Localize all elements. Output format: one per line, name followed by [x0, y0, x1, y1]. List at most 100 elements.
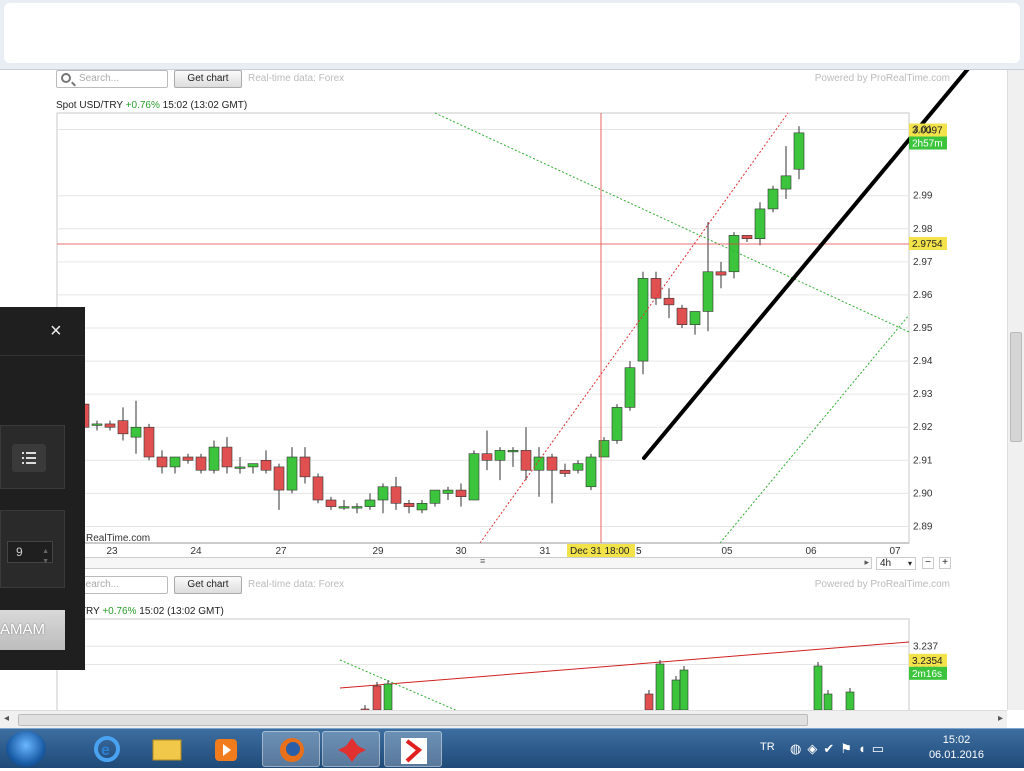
y-tick-label: 2.98	[913, 224, 933, 235]
candle-body	[286, 456, 298, 491]
candle-body	[299, 456, 311, 478]
candle-body	[364, 499, 376, 507]
scrollbar-thumb[interactable]	[18, 714, 808, 726]
ie-icon[interactable]: e	[78, 731, 136, 767]
candle-body	[481, 453, 493, 461]
y-tick-label: 2.95	[913, 323, 933, 334]
candle-body	[429, 489, 441, 504]
x-tick-label: 29	[372, 546, 384, 557]
y-tick-label: 2.97	[913, 257, 933, 268]
period-select[interactable]: 4h ▾	[876, 557, 916, 570]
y-tick-label: 2.89	[913, 521, 933, 532]
x-tick-label: 07	[889, 546, 901, 557]
quote-time: 15:02	[139, 606, 165, 617]
candle-body	[780, 175, 792, 190]
quote-gmt: (13:02 GMT)	[167, 606, 224, 617]
network-icon[interactable]: ◍	[790, 741, 807, 756]
candle-body	[676, 307, 688, 325]
zoom-in-button[interactable]: +	[939, 557, 951, 569]
list-view-button[interactable]	[12, 444, 46, 472]
monitor-icon[interactable]: ▭	[872, 741, 890, 756]
chart1-hscroll[interactable]: ≡ ▸	[57, 556, 872, 569]
y-tick-label: 2.90	[913, 488, 933, 499]
candle-body	[273, 466, 285, 491]
candle-body	[520, 450, 532, 471]
candle-body	[390, 486, 402, 504]
candle-body	[689, 311, 701, 325]
candle-body	[351, 506, 363, 509]
candle-body	[91, 423, 103, 426]
candle-body	[156, 456, 168, 468]
candle-body	[767, 188, 779, 210]
candle-body	[533, 456, 545, 471]
y-tick-label: 2.99	[913, 191, 933, 202]
candle-body	[572, 463, 584, 471]
close-icon[interactable]: ×	[50, 321, 62, 341]
x-tick-label: 23	[106, 546, 118, 557]
app-icon[interactable]	[322, 731, 380, 767]
scrollbar-thumb[interactable]	[1010, 332, 1022, 442]
language-indicator[interactable]: TR	[760, 741, 775, 753]
app-icon[interactable]	[384, 731, 442, 767]
candle-body	[611, 407, 623, 441]
x-tick-label: 31	[539, 546, 551, 557]
watermark: RealTime.com	[86, 533, 150, 544]
candle-body	[741, 235, 753, 239]
clock[interactable]: 15:02 06.01.2016	[929, 733, 984, 763]
scroll-right-icon[interactable]: ▸	[998, 713, 1003, 724]
candle-body	[338, 506, 350, 509]
candle-body	[130, 426, 142, 438]
candle-body	[663, 297, 675, 306]
cursor-tag-label: 2.9754	[912, 239, 943, 250]
vertical-scrollbar[interactable]	[1007, 70, 1024, 710]
chevron-down-icon[interactable]: ▼	[42, 552, 49, 572]
candle-body	[247, 463, 259, 468]
page-content: Search... Get chart Real-time data: Fore…	[0, 70, 1007, 710]
candle-body	[585, 456, 597, 488]
x-tick-label: 06	[805, 546, 817, 557]
candle-body	[208, 446, 220, 471]
horizontal-scrollbar[interactable]: ◂ ▸	[0, 710, 1007, 728]
countdown-tag-label: 2h57m	[912, 139, 943, 150]
candle-body	[416, 503, 428, 511]
y-tick-label: 2.96	[913, 290, 933, 301]
candle-body	[455, 489, 467, 497]
zoom-out-button[interactable]: −	[922, 557, 934, 569]
start-button[interactable]	[6, 731, 46, 767]
flag-icon[interactable]: ⚑	[840, 741, 858, 756]
x-tick-label: 05	[721, 546, 733, 557]
scroll-right-icon[interactable]: ▸	[864, 557, 869, 568]
y-tick-label: 2.92	[913, 422, 933, 433]
candle-body	[182, 456, 194, 461]
candle-body	[702, 271, 714, 312]
address-bar[interactable]	[4, 3, 1020, 63]
candle-body	[221, 446, 233, 468]
candle-body	[143, 426, 155, 458]
chevron-down-icon: ▾	[907, 559, 912, 568]
x-tick-label: 5	[636, 546, 642, 557]
powered-by-label: Powered by ProRealTime.com	[814, 579, 950, 590]
x-tick-label: 30	[455, 546, 467, 557]
cursor-date-label: Dec 31 18:00	[570, 546, 630, 557]
scroll-left-icon[interactable]: ◂	[4, 713, 9, 724]
quantity-stepper[interactable]: 9 ▲ ▼	[7, 541, 53, 565]
ok-button[interactable]: AMAM	[0, 610, 65, 650]
folder-icon[interactable]	[138, 731, 196, 767]
check-icon[interactable]: ✔	[823, 741, 840, 756]
media-player-icon[interactable]	[198, 731, 256, 767]
candle-body	[624, 367, 636, 408]
candle-body	[754, 208, 766, 239]
y-tick-label: 2.91	[913, 455, 933, 466]
candle-body	[104, 423, 116, 428]
get-chart-button[interactable]: Get chart	[174, 576, 242, 594]
candle-body	[325, 499, 337, 507]
volume-icon[interactable]: ◖	[858, 741, 872, 756]
update-icon[interactable]: ◈	[807, 741, 823, 756]
firefox-icon[interactable]	[262, 731, 320, 767]
chart2-toolbar: Search... Get chart Real-time data: Fore…	[56, 576, 956, 596]
browser-toolbar	[0, 0, 1024, 70]
scroll-grip-icon: ≡	[480, 556, 486, 566]
candle-body	[559, 469, 571, 474]
number-options: 9 ▲ ▼	[0, 510, 65, 588]
candle-body	[637, 278, 649, 362]
